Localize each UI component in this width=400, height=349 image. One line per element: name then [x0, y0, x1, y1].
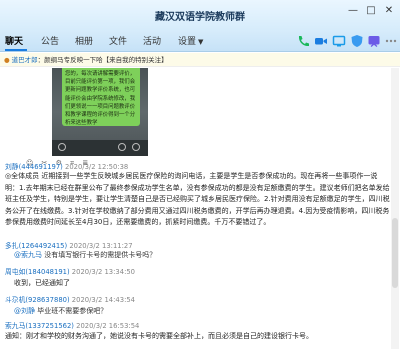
message-time: 2020/3/2 13:34:50	[71, 268, 136, 276]
message-body-1: ◎全体成员 近期接到一些学生反映城乡居民医疗保险的询问电话，主要是学生是否参保成…	[5, 172, 390, 226]
mention[interactable]: @索九马	[14, 251, 42, 259]
voice-icon	[58, 143, 66, 151]
image-chat-bubble: 您的，每次请讲解需要评价，目前只能评价第一项，我们会更新问题教学评价系统，也可能…	[62, 68, 140, 126]
shield-icon[interactable]	[350, 34, 364, 48]
message-header-3: 周屯如(18404819​1) 2020/3/2 13:34:50	[5, 266, 135, 276]
message-time: 2020/3/2 13:11:27	[69, 242, 133, 250]
tab-settings[interactable]: 设置 ▼	[178, 34, 203, 47]
tab-chat[interactable]: 聊天	[5, 34, 23, 47]
message-time: 2020/3/2 16:53:54	[76, 322, 140, 330]
active-tab-indicator	[5, 49, 27, 51]
title-bar: 藏汉双语学院教师群 — □ ✕	[0, 0, 400, 30]
message-time: 2020/3/2 12:50:38	[65, 163, 129, 171]
plus-icon	[132, 143, 140, 151]
message-header-4: 斗尕机(92863788​0) 2020/3/2 14:43:54	[5, 294, 135, 304]
message-body-2: @索九马 没有填写银行卡号的需提供卡号吗？	[14, 250, 156, 260]
tab-activity[interactable]: 活动	[143, 34, 161, 47]
message-sender[interactable]: 周屯如(18404819​1)	[5, 268, 70, 276]
pin-icon: ●	[4, 56, 10, 64]
image-input-bar	[52, 140, 148, 156]
chevron-down-icon: ▼	[198, 38, 204, 46]
notice-text: ：颜纲马专反映一下哈【来自我的特别关注】	[37, 56, 168, 64]
window-title: 藏汉双语学院教师群	[155, 12, 245, 23]
scrollbar-thumb[interactable]	[392, 218, 398, 288]
special-attention-bar[interactable]: ● 道巴才郎：颜纲马专反映一下哈【来自我的特别关注】	[0, 53, 400, 67]
minimize-icon[interactable]: —	[346, 4, 360, 18]
chat-history[interactable]: 您的，每次请讲解需要评价，目前只能评价第一项，我们会更新问题教学评价系统，也可能…	[0, 68, 390, 349]
message-sender[interactable]: 多扎(126449241​5)	[5, 242, 67, 250]
close-icon[interactable]: ✕	[382, 4, 396, 18]
mention[interactable]: @刘静	[14, 307, 35, 315]
more-icon[interactable]	[384, 34, 398, 48]
tab-settings-label: 设置	[178, 37, 197, 47]
message-body-5: 通知：刚才和学校的财务沟通了，她说没有卡号的需要全部补上，而且必须是自己的建设银…	[5, 332, 313, 340]
video-icon[interactable]	[314, 34, 328, 48]
emoji-icon	[118, 143, 126, 151]
shared-image[interactable]: 您的，每次请讲解需要评价，目前只能评价第一项，我们会更新问题教学评价系统，也可能…	[52, 68, 148, 156]
phone-icon[interactable]	[296, 34, 310, 48]
message-body-4: @刘静 毕业班不需要参保吧？	[14, 306, 107, 316]
tab-files[interactable]: 文件	[109, 34, 127, 47]
message-header-2: 多扎(126449241​5) 2020/3/2 13:11:27	[5, 240, 133, 250]
message-text: 毕业班不需要参保吧？	[35, 307, 108, 315]
message-sender[interactable]: 斗尕机(92863788​0)	[5, 296, 70, 304]
message-header-1: 刘静(44469119​7) 2020/3/2 12:50:38	[5, 161, 128, 171]
message-time: 2020/3/2 14:43:54	[71, 296, 136, 304]
message-sender[interactable]: 刘静(44469119​7)	[5, 163, 63, 171]
message-body-3: 收到，已经通知了	[14, 279, 70, 287]
screen-share-icon[interactable]	[332, 34, 346, 48]
message-sender[interactable]: 索九马(133725156​2)	[5, 322, 74, 330]
tab-bar: 聊天 公告 相册 文件 活动 设置 ▼	[0, 30, 400, 52]
message-header-5: 索九马(133725156​2) 2020/3/2 16:53:54	[5, 320, 139, 330]
maximize-icon[interactable]: □	[364, 4, 378, 18]
whiteboard-icon[interactable]	[367, 34, 381, 48]
message-text: 没有填写银行卡号的需提供卡号吗？	[42, 251, 157, 259]
chat-scrollbar[interactable]	[391, 68, 399, 349]
tab-announcement[interactable]: 公告	[41, 34, 59, 47]
tab-album[interactable]: 相册	[75, 34, 93, 47]
notice-sender[interactable]: 道巴才郎	[12, 56, 38, 64]
